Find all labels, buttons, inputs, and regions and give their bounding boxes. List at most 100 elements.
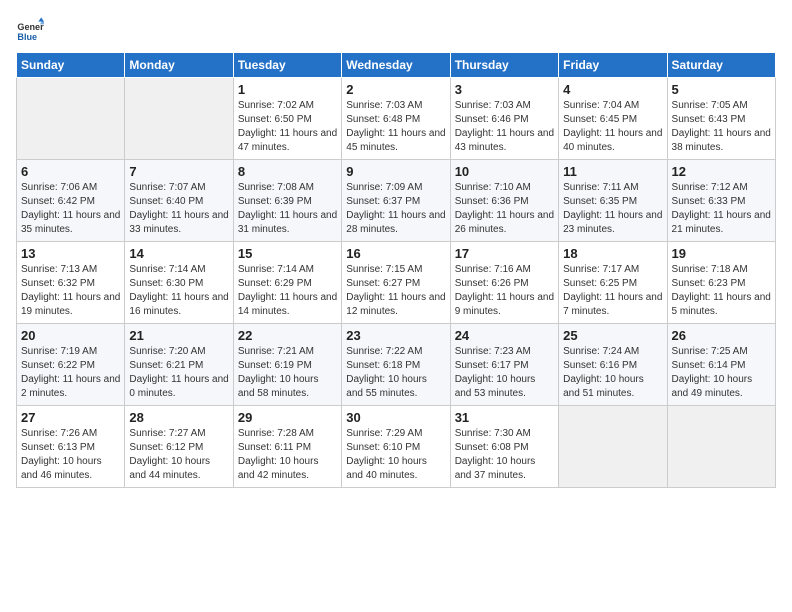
- col-header-thursday: Thursday: [450, 53, 558, 78]
- logo: General Blue: [16, 16, 48, 44]
- day-cell: 8 Sunrise: 7:08 AM Sunset: 6:39 PM Daylig…: [233, 160, 341, 242]
- day-cell: 13 Sunrise: 7:13 AM Sunset: 6:32 PM Dayli…: [17, 242, 125, 324]
- day-number: 25: [563, 328, 662, 343]
- day-number: 27: [21, 410, 120, 425]
- day-number: 12: [672, 164, 771, 179]
- day-number: 18: [563, 246, 662, 261]
- day-cell: 23Sunrise: 7:22 AM Sunset: 6:18 PM Dayli…: [342, 324, 450, 406]
- day-info: Sunrise: 7:17 AM Sunset: 6:25 PM Dayligh…: [563, 263, 662, 319]
- day-info: Sunrise: 7:05 AM Sunset: 6:43 PM Dayligh…: [672, 99, 771, 155]
- day-cell: 26 Sunrise: 7:25 AM Sunset: 6:14 PM Dayli…: [667, 324, 775, 406]
- day-cell: 12 Sunrise: 7:12 AM Sunset: 6:33 PM Dayli…: [667, 160, 775, 242]
- day-info: Sunrise: 7:25 AM Sunset: 6:14 PM Dayligh…: [672, 345, 771, 401]
- day-cell: 5 Sunrise: 7:05 AM Sunset: 6:43 PM Daylig…: [667, 78, 775, 160]
- day-cell: 25 Sunrise: 7:24 AM Sunset: 6:16 PM Dayli…: [559, 324, 667, 406]
- day-info: Sunrise: 7:21 AM Sunset: 6:19 PM Dayligh…: [238, 345, 337, 401]
- day-number: 22: [238, 328, 337, 343]
- day-cell: 7 Sunrise: 7:07 AM Sunset: 6:40 PM Daylig…: [125, 160, 233, 242]
- day-cell: 1 Sunrise: 7:02 AM Sunset: 6:50 PM Daylig…: [233, 78, 341, 160]
- day-cell: 16 Sunrise: 7:15 AM Sunset: 6:27 PM Dayli…: [342, 242, 450, 324]
- day-cell: 2 Sunrise: 7:03 AM Sunset: 6:48 PM Daylig…: [342, 78, 450, 160]
- day-info: Sunrise: 7:20 AM Sunset: 6:21 PM Dayligh…: [129, 345, 228, 401]
- day-number: 3: [455, 82, 554, 97]
- day-cell: 27 Sunrise: 7:26 AM Sunset: 6:13 PM Dayli…: [17, 406, 125, 488]
- day-number: 21: [129, 328, 228, 343]
- day-info: Sunrise: 7:03 AM Sunset: 6:48 PM Dayligh…: [346, 99, 445, 155]
- day-number: 31: [455, 410, 554, 425]
- day-cell: 19Sunrise: 7:18 AM Sunset: 6:23 PM Dayli…: [667, 242, 775, 324]
- day-number: 28: [129, 410, 228, 425]
- day-info: Sunrise: 7:11 AM Sunset: 6:35 PM Dayligh…: [563, 181, 662, 237]
- day-number: 11: [563, 164, 662, 179]
- week-row-5: 27 Sunrise: 7:26 AM Sunset: 6:13 PM Dayli…: [17, 406, 776, 488]
- day-cell: 6 Sunrise: 7:06 AM Sunset: 6:42 PM Daylig…: [17, 160, 125, 242]
- week-row-2: 6 Sunrise: 7:06 AM Sunset: 6:42 PM Daylig…: [17, 160, 776, 242]
- day-number: 7: [129, 164, 228, 179]
- day-info: Sunrise: 7:07 AM Sunset: 6:40 PM Dayligh…: [129, 181, 228, 237]
- day-number: 8: [238, 164, 337, 179]
- day-info: Sunrise: 7:08 AM Sunset: 6:39 PM Dayligh…: [238, 181, 337, 237]
- day-cell: 18 Sunrise: 7:17 AM Sunset: 6:25 PM Dayli…: [559, 242, 667, 324]
- day-cell: 4 Sunrise: 7:04 AM Sunset: 6:45 PM Daylig…: [559, 78, 667, 160]
- day-cell: 15 Sunrise: 7:14 AM Sunset: 6:29 PM Dayli…: [233, 242, 341, 324]
- day-cell: 11 Sunrise: 7:11 AM Sunset: 6:35 PM Dayli…: [559, 160, 667, 242]
- page-header: General Blue: [16, 16, 776, 44]
- week-row-3: 13 Sunrise: 7:13 AM Sunset: 6:32 PM Dayli…: [17, 242, 776, 324]
- day-info: Sunrise: 7:14 AM Sunset: 6:30 PM Dayligh…: [129, 263, 228, 319]
- col-header-friday: Friday: [559, 53, 667, 78]
- day-info: Sunrise: 7:02 AM Sunset: 6:50 PM Dayligh…: [238, 99, 337, 155]
- day-info: Sunrise: 7:19 AM Sunset: 6:22 PM Dayligh…: [21, 345, 120, 401]
- day-info: Sunrise: 7:04 AM Sunset: 6:45 PM Dayligh…: [563, 99, 662, 155]
- day-cell: 31Sunrise: 7:30 AM Sunset: 6:08 PM Dayli…: [450, 406, 558, 488]
- day-number: 29: [238, 410, 337, 425]
- day-number: 16: [346, 246, 445, 261]
- day-info: Sunrise: 7:10 AM Sunset: 6:36 PM Dayligh…: [455, 181, 554, 237]
- day-number: 26: [672, 328, 771, 343]
- day-info: Sunrise: 7:23 AM Sunset: 6:17 PM Dayligh…: [455, 345, 554, 401]
- day-cell: 30 Sunrise: 7:29 AM Sunset: 6:10 PM Dayli…: [342, 406, 450, 488]
- col-header-monday: Monday: [125, 53, 233, 78]
- day-info: Sunrise: 7:03 AM Sunset: 6:46 PM Dayligh…: [455, 99, 554, 155]
- day-cell: 24 Sunrise: 7:23 AM Sunset: 6:17 PM Dayli…: [450, 324, 558, 406]
- day-cell: [667, 406, 775, 488]
- day-info: Sunrise: 7:14 AM Sunset: 6:29 PM Dayligh…: [238, 263, 337, 319]
- day-cell: 29 Sunrise: 7:28 AM Sunset: 6:11 PM Dayli…: [233, 406, 341, 488]
- day-info: Sunrise: 7:24 AM Sunset: 6:16 PM Dayligh…: [563, 345, 662, 401]
- day-info: Sunrise: 7:13 AM Sunset: 6:32 PM Dayligh…: [21, 263, 120, 319]
- day-info: Sunrise: 7:28 AM Sunset: 6:11 PM Dayligh…: [238, 427, 337, 483]
- day-number: 5: [672, 82, 771, 97]
- day-info: Sunrise: 7:27 AM Sunset: 6:12 PM Dayligh…: [129, 427, 228, 483]
- day-cell: 17Sunrise: 7:16 AM Sunset: 6:26 PM Dayli…: [450, 242, 558, 324]
- day-number: 17: [455, 246, 554, 261]
- day-number: 19: [672, 246, 771, 261]
- day-cell: 20 Sunrise: 7:19 AM Sunset: 6:22 PM Dayli…: [17, 324, 125, 406]
- week-row-1: 1 Sunrise: 7:02 AM Sunset: 6:50 PM Daylig…: [17, 78, 776, 160]
- day-info: Sunrise: 7:15 AM Sunset: 6:27 PM Dayligh…: [346, 263, 445, 319]
- day-number: 13: [21, 246, 120, 261]
- day-number: 24: [455, 328, 554, 343]
- day-info: Sunrise: 7:29 AM Sunset: 6:10 PM Dayligh…: [346, 427, 445, 483]
- day-number: 15: [238, 246, 337, 261]
- day-number: 4: [563, 82, 662, 97]
- day-number: 1: [238, 82, 337, 97]
- day-number: 6: [21, 164, 120, 179]
- day-cell: 10 Sunrise: 7:10 AM Sunset: 6:36 PM Dayli…: [450, 160, 558, 242]
- day-info: Sunrise: 7:06 AM Sunset: 6:42 PM Dayligh…: [21, 181, 120, 237]
- day-number: 10: [455, 164, 554, 179]
- day-number: 30: [346, 410, 445, 425]
- day-number: 9: [346, 164, 445, 179]
- day-cell: [559, 406, 667, 488]
- day-number: 2: [346, 82, 445, 97]
- day-number: 20: [21, 328, 120, 343]
- svg-text:General: General: [17, 22, 44, 32]
- day-cell: 21 Sunrise: 7:20 AM Sunset: 6:21 PM Dayli…: [125, 324, 233, 406]
- day-info: Sunrise: 7:12 AM Sunset: 6:33 PM Dayligh…: [672, 181, 771, 237]
- col-header-sunday: Sunday: [17, 53, 125, 78]
- week-row-4: 20 Sunrise: 7:19 AM Sunset: 6:22 PM Dayli…: [17, 324, 776, 406]
- svg-text:Blue: Blue: [17, 32, 37, 42]
- day-info: Sunrise: 7:26 AM Sunset: 6:13 PM Dayligh…: [21, 427, 120, 483]
- day-cell: [125, 78, 233, 160]
- day-number: 14: [129, 246, 228, 261]
- day-info: Sunrise: 7:09 AM Sunset: 6:37 PM Dayligh…: [346, 181, 445, 237]
- logo-icon: General Blue: [16, 16, 44, 44]
